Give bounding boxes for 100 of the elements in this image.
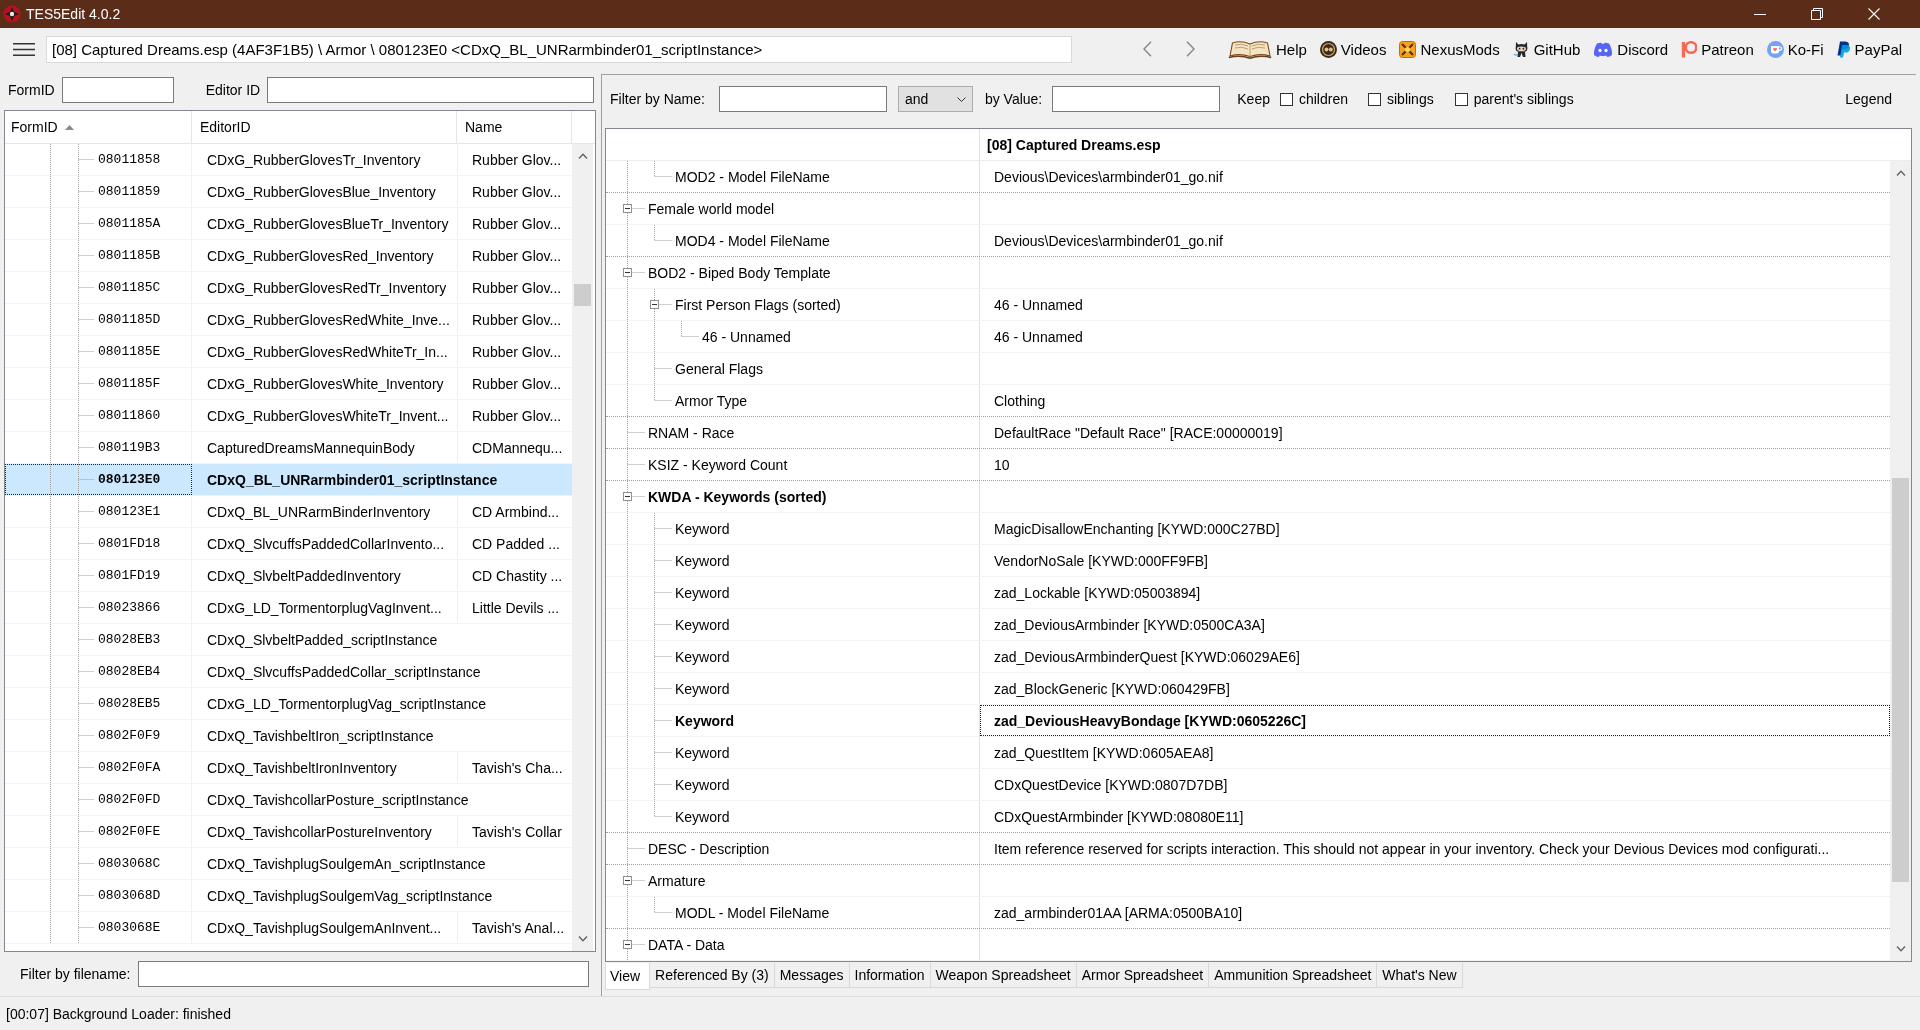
list-row[interactable]: 0801185A CDxG_RubberGlovesBlueTr_Inventory Rubber Glov...: [5, 208, 572, 240]
list-row[interactable]: 08023866 CDxG_LD_TormentorplugVagInvent... Little Devils ...: [5, 592, 572, 624]
tree-row[interactable]: MODL - Model FileName zad_armbinder01AA [ARMA:0500BA10]: [606, 897, 1890, 929]
tree-row[interactable]: Female world model: [606, 193, 1890, 225]
column-header[interactable]: FormID: [5, 111, 192, 143]
form-id: 08028EB3: [98, 632, 161, 647]
list-row[interactable]: 080123E1 CDxQ_BL_UNRarmBinderInventory CD Armbind...: [5, 496, 572, 528]
text-field[interactable]: [267, 77, 595, 103]
column-header[interactable]: Name: [457, 111, 572, 143]
list-row[interactable]: 0801FD18 CDxQ_SlvcuffsPaddedCollarInvento... CD Padded ...: [5, 528, 572, 560]
column-header[interactable]: EditorID: [192, 111, 457, 143]
caret-icon[interactable]: [956, 96, 966, 102]
list-row[interactable]: 0803068C CDxQ_TavishplugSoulgemAn_scriptInstance: [5, 848, 572, 880]
list-row[interactable]: 0801FD19 CDxQ_SlvbeltPaddedInventory CD Chastity ...: [5, 560, 572, 592]
tree-row[interactable]: Keyword VendorNoSale [KYWD:000FF9FB]: [606, 545, 1890, 577]
checkbox[interactable]: [1454, 92, 1468, 106]
list-row[interactable]: 0801185F CDxG_RubberGlovesWhite_Inventory Rubber Glov...: [5, 368, 572, 400]
checkbox-label[interactable]: siblings: [1387, 91, 1434, 107]
list-row[interactable]: 08011859 CDxG_RubberGlovesBlue_Inventory Rubber Glov...: [5, 176, 572, 208]
tree-row[interactable]: BOD2 - Biped Body Template: [606, 257, 1890, 289]
tree-row[interactable]: RNAM - Race DefaultRace "Default Race" [RACE:00000019]: [606, 417, 1890, 449]
list-row[interactable]: 08011858 CDxG_RubberGlovesTr_Inventory Rubber Glov...: [5, 144, 572, 176]
list-row[interactable]: 08028EB5 CDxG_LD_TormentorplugVag_scriptInstance: [5, 688, 572, 720]
tree-row[interactable]: Keyword zad_Lockable [KYWD:05003894]: [606, 577, 1890, 609]
checkbox[interactable]: [1279, 92, 1293, 106]
scrollbar-thumb[interactable]: [574, 284, 591, 306]
restore-icon[interactable]: [1810, 8, 1823, 20]
tree-row[interactable]: Keyword zad_DeviousArmbinderQuest [KYWD:06029AE6]: [606, 641, 1890, 673]
menu-icon[interactable]: [13, 42, 35, 56]
scrollbar[interactable]: [572, 144, 593, 951]
tab[interactable]: View: [605, 963, 651, 990]
list-row[interactable]: 0802F0FE CDxQ_TavishcollarPostureInventory Tavish's Collar: [5, 816, 572, 848]
editor-id: CDxQ_TavishplugSoulgemAnInvent...: [207, 919, 442, 936]
minimize-icon[interactable]: [1753, 13, 1766, 15]
legend-button[interactable]: Legend: [1839, 87, 1898, 111]
tree-row[interactable]: Keyword zad_DeviousHeavyBondage [KYWD:0605226C]: [606, 705, 1890, 737]
toolbar-link[interactable]: Videos: [1319, 40, 1387, 58]
list-row[interactable]: 0801185B CDxG_RubberGlovesRed_Inventory Rubber Glov...: [5, 240, 572, 272]
checkbox-label[interactable]: parent's siblings: [1473, 91, 1574, 107]
sort-up-icon[interactable]: [64, 124, 74, 130]
collapse-icon[interactable]: [623, 204, 632, 213]
list-row[interactable]: 0801185C CDxG_RubberGlovesRedTr_Inventory Rubber Glov...: [5, 272, 572, 304]
text-field[interactable]: [1052, 86, 1221, 112]
tree-row[interactable]: DESC - Description Item reference reserved for scripts interaction. This should not appear in your inventory. Check your Devious Devices mod configurati...: [606, 833, 1890, 865]
tree-row[interactable]: DATA - Data: [606, 929, 1890, 961]
list-row[interactable]: 0802F0FD CDxQ_TavishcollarPosture_scriptInstance: [5, 784, 572, 816]
tree-row[interactable]: 46 - Unnamed 46 - Unnamed: [606, 321, 1890, 353]
toolbar-link[interactable]: Patreon: [1681, 40, 1754, 58]
list-row[interactable]: 080123E0 CDxQ_BL_UNRarmbinder01_scriptInstance: [5, 464, 572, 496]
checkbox-label[interactable]: children: [1298, 91, 1348, 107]
list-row[interactable]: 0801185D CDxG_RubberGlovesRedWhite_Inve... Rubber Glov...: [5, 304, 572, 336]
chevron-down-icon[interactable]: [1895, 946, 1906, 952]
tree-row[interactable]: MOD2 - Model FileName Devious\Devices\armbinder01_go.nif: [606, 161, 1890, 193]
toolbar-link[interactable]: Discord: [1593, 40, 1669, 58]
list-row[interactable]: 0803068D CDxQ_TavishplugSoulgemVag_scriptInstance: [5, 880, 572, 912]
list-row[interactable]: 0803068E CDxQ_TavishplugSoulgemAnInvent... Tavish's Anal...: [5, 912, 572, 944]
collapse-icon[interactable]: [623, 268, 632, 277]
toolbar-link[interactable]: Help: [1228, 39, 1307, 59]
list-row[interactable]: 08011860 CDxG_RubberGlovesWhiteTr_Invent... Rubber Glov...: [5, 400, 572, 432]
list-row[interactable]: 0801185E CDxG_RubberGlovesRedWhiteTr_In... Rubber Glov...: [5, 336, 572, 368]
path-field[interactable]: [08] Captured Dreams.esp (4AF3F1B5) \ Armor \ 080123E0 <CDxQ_BL_UNRarmbinder01_scriptInstance>: [46, 35, 1072, 63]
tree-row[interactable]: KWDA - Keywords (sorted): [606, 481, 1890, 513]
checkbox[interactable]: [1368, 92, 1381, 106]
collapse-icon[interactable]: [623, 940, 632, 949]
tree-row[interactable]: MOD4 - Model FileName Devious\Devices\armbinder01_go.nif: [606, 225, 1890, 257]
tree-row[interactable]: Keyword zad_DeviousArmbinder [KYWD:0500CA3A]: [606, 609, 1890, 641]
text-field[interactable]: [61, 77, 174, 103]
collapse-icon[interactable]: [623, 492, 632, 501]
tree-row[interactable]: Armature: [606, 865, 1890, 897]
tree-row[interactable]: Armor Type Clothing: [606, 385, 1890, 417]
tree-row[interactable]: Keyword zad_QuestItem [KYWD:0605AEA8]: [606, 737, 1890, 769]
list-row[interactable]: 08028EB3 CDxQ_SlvbeltPadded_scriptInstance: [5, 624, 572, 656]
toolbar-link[interactable]: PayPal: [1836, 40, 1903, 58]
list-row[interactable]: 0802F0F9 CDxQ_TavishbeltIron_scriptInstance: [5, 720, 572, 752]
chevron-up-icon[interactable]: [1895, 170, 1906, 176]
tab[interactable]: What's New: [1376, 963, 1463, 988]
collapse-icon[interactable]: [623, 876, 632, 885]
tree-row[interactable]: General Flags: [606, 353, 1890, 385]
tree-row[interactable]: Keyword CDxQuestDevice [KYWD:0807D7DB]: [606, 769, 1890, 801]
scrollbar[interactable]: [1890, 161, 1911, 961]
chevron-up-icon[interactable]: [577, 153, 588, 159]
tree-row[interactable]: Keyword CDxQuestArmbinder [KYWD:08080E11]: [606, 801, 1890, 833]
chevron-right-icon[interactable]: [1185, 41, 1195, 57]
close-icon[interactable]: [1867, 8, 1880, 20]
list-row[interactable]: 08028EB4 CDxQ_SlvcuffsPaddedCollar_scriptInstance: [5, 656, 572, 688]
list-row[interactable]: 0802F0FA CDxQ_TavishbeltIronInventory Tavish's Cha...: [5, 752, 572, 784]
scrollbar-thumb[interactable]: [1892, 478, 1909, 882]
tree-row[interactable]: First Person Flags (sorted) 46 - Unnamed: [606, 289, 1890, 321]
tree-row[interactable]: KSIZ - Keyword Count 10: [606, 449, 1890, 481]
text-field[interactable]: [138, 961, 590, 987]
toolbar-link[interactable]: Ko-Fi: [1766, 40, 1824, 58]
chevron-left-icon[interactable]: [1142, 41, 1152, 57]
toolbar-link[interactable]: GitHub: [1512, 40, 1581, 58]
operator-dropdown[interactable]: and: [897, 86, 973, 112]
tree-row[interactable]: Keyword MagicDisallowEnchanting [KYWD:000C27BD]: [606, 513, 1890, 545]
tree-row[interactable]: Keyword zad_BlockGeneric [KYWD:060429FB]: [606, 673, 1890, 705]
toolbar-link[interactable]: NexusMods: [1399, 40, 1500, 58]
chevron-down-icon[interactable]: [577, 936, 588, 942]
collapse-icon[interactable]: [650, 300, 659, 309]
text-field[interactable]: [718, 86, 887, 112]
